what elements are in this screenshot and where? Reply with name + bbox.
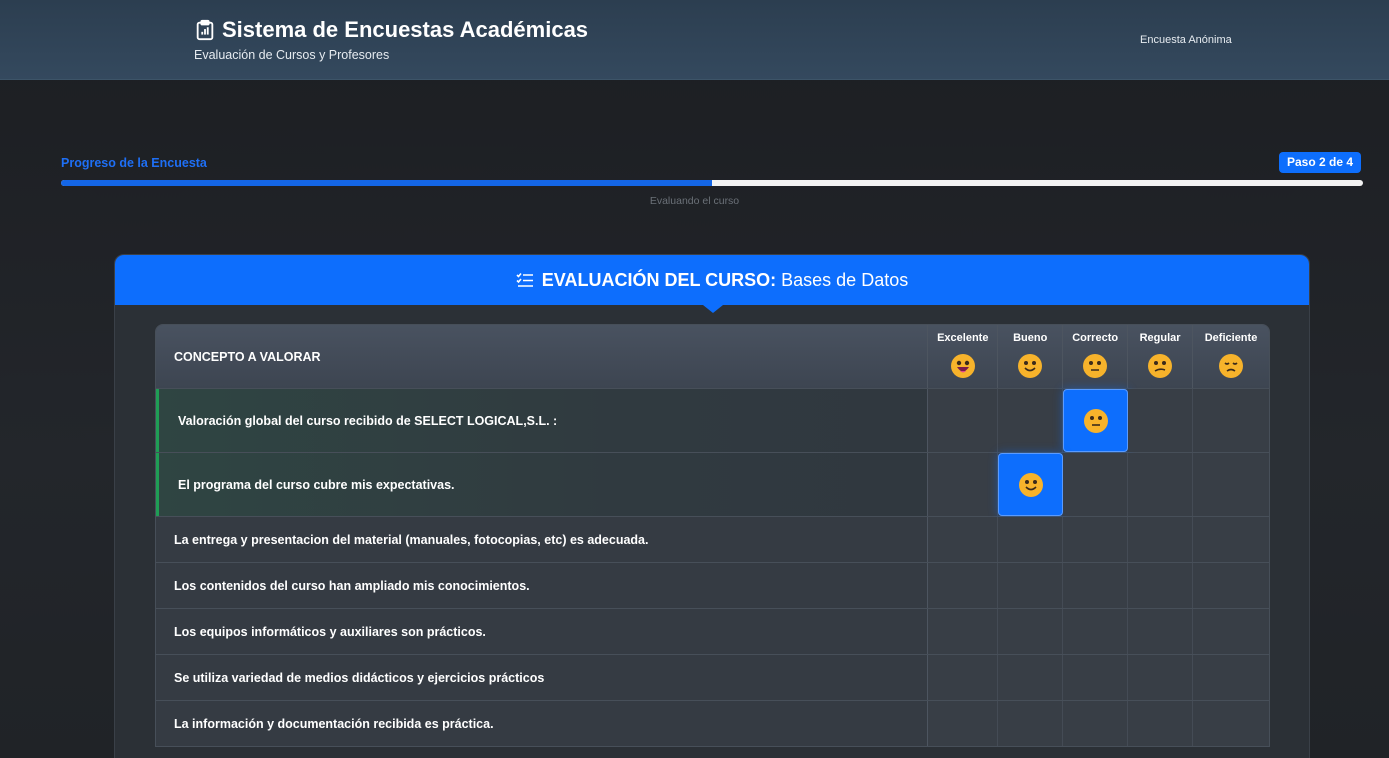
rating-option-bueno[interactable] [998, 609, 1064, 654]
rating-option-correcto[interactable] [1063, 563, 1129, 608]
option-label: Deficiente [1204, 332, 1258, 344]
rating-option-correcto[interactable] [1063, 701, 1129, 746]
card-header: EVALUACIÓN DEL CURSO: Bases de Datos [115, 255, 1309, 313]
concept-header: CONCEPTO A VALORAR [156, 325, 929, 388]
anonymous-label: Encuesta Anónima [1140, 34, 1232, 46]
sad-face-icon [1219, 354, 1244, 378]
rating-option-correcto[interactable] [1063, 389, 1129, 452]
confused-face-icon [1148, 354, 1173, 378]
rating-option-deficiente[interactable] [1193, 453, 1269, 516]
slightly-smiling-face-icon [1018, 354, 1043, 378]
clipboard-data-icon [196, 19, 214, 41]
rating-option-correcto[interactable] [1063, 609, 1129, 654]
table-row: La información y documentación recibida … [156, 700, 1269, 746]
table-row: Los contenidos del curso han ampliado mi… [156, 562, 1269, 608]
step-badge: Paso 2 de 4 [1279, 152, 1362, 173]
top-header: Sistema de Encuestas Académicas Evaluaci… [0, 0, 1389, 80]
rating-option-deficiente[interactable] [1193, 701, 1269, 746]
rating-option-excelente[interactable] [928, 609, 999, 654]
rating-option-regular[interactable] [1128, 389, 1194, 452]
rating-option-excelente[interactable] [928, 655, 999, 700]
rating-option-excelente[interactable] [928, 453, 999, 516]
rating-option-bueno[interactable] [998, 453, 1064, 516]
rating-option-correcto[interactable] [1063, 517, 1129, 562]
concept-label: El programa del curso cubre mis expectat… [156, 453, 929, 516]
rating-option-deficiente[interactable] [1193, 389, 1269, 452]
rating-option-deficiente[interactable] [1193, 609, 1269, 654]
option-label: Excelente [937, 332, 989, 344]
option-header-deficiente: Deficiente [1193, 325, 1269, 388]
rating-option-excelente[interactable] [928, 517, 999, 562]
option-header-excelente: Excelente [928, 325, 999, 388]
table-row: Valoración global del curso recibido de … [156, 388, 1269, 452]
progress-fill [61, 180, 712, 186]
rating-option-deficiente[interactable] [1193, 563, 1269, 608]
concept-label: La entrega y presentacion del material (… [156, 517, 929, 562]
option-header-bueno: Bueno [998, 325, 1064, 388]
rating-option-correcto[interactable] [1063, 453, 1129, 516]
rating-option-bueno[interactable] [998, 655, 1064, 700]
app-subtitle: Evaluación de Cursos y Profesores [194, 48, 390, 62]
option-label: Bueno [1013, 332, 1048, 344]
table-row: Los equipos informáticos y auxiliares so… [156, 608, 1269, 654]
neutral-face-icon [1083, 354, 1108, 378]
section-title: EVALUACIÓN DEL CURSO: [541, 269, 777, 290]
progress-bar [61, 180, 1363, 186]
concept-label: Se utiliza variedad de medios didácticos… [156, 655, 929, 700]
concept-label: Valoración global del curso recibido de … [156, 389, 929, 452]
option-header-correcto: Correcto [1063, 325, 1129, 388]
option-label: Regular [1139, 332, 1181, 344]
rating-option-regular[interactable] [1128, 453, 1194, 516]
neutral-face-icon [1083, 408, 1108, 433]
rating-option-correcto[interactable] [1063, 655, 1129, 700]
table-row: El programa del curso cubre mis expectat… [156, 452, 1269, 516]
slightly-smiling-face-icon [1018, 472, 1043, 497]
rating-option-excelente[interactable] [928, 563, 999, 608]
progress-title: Progreso de la Encuesta [61, 156, 207, 170]
rating-table: CONCEPTO A VALORAR Excelente Bueno Corre… [155, 324, 1270, 747]
rating-option-bueno[interactable] [998, 389, 1064, 452]
app-title: Sistema de Encuestas Académicas [222, 17, 589, 42]
rating-option-regular[interactable] [1128, 655, 1194, 700]
app-title-row: Sistema de Encuestas Académicas [194, 17, 588, 43]
rating-option-bueno[interactable] [998, 517, 1064, 562]
table-row: Se utiliza variedad de medios didácticos… [156, 654, 1269, 700]
rating-option-bueno[interactable] [998, 563, 1064, 608]
concept-label: La información y documentación recibida … [156, 701, 929, 746]
list-check-icon [516, 272, 533, 287]
rating-option-deficiente[interactable] [1193, 655, 1269, 700]
rating-option-deficiente[interactable] [1193, 517, 1269, 562]
rating-option-regular[interactable] [1128, 563, 1194, 608]
rating-option-regular[interactable] [1128, 701, 1194, 746]
concept-label: Los contenidos del curso han ampliado mi… [156, 563, 929, 608]
rating-option-bueno[interactable] [998, 701, 1064, 746]
evaluation-card: EVALUACIÓN DEL CURSO: Bases de Datos CON… [114, 254, 1310, 758]
course-name: Bases de Datos [781, 269, 909, 290]
option-label: Correcto [1072, 332, 1119, 344]
concept-label: Los equipos informáticos y auxiliares so… [156, 609, 929, 654]
brand: Sistema de Encuestas Académicas Evaluaci… [194, 17, 588, 62]
rating-option-excelente[interactable] [928, 701, 999, 746]
table-row: La entrega y presentacion del material (… [156, 516, 1269, 562]
rating-option-regular[interactable] [1128, 517, 1194, 562]
progress-status: Evaluando el curso [649, 195, 740, 207]
grinning-face-icon [950, 354, 975, 378]
option-header-regular: Regular [1128, 325, 1194, 388]
rating-option-regular[interactable] [1128, 609, 1194, 654]
rating-option-excelente[interactable] [928, 389, 999, 452]
table-header-row: CONCEPTO A VALORAR Excelente Bueno Corre… [156, 325, 1269, 388]
